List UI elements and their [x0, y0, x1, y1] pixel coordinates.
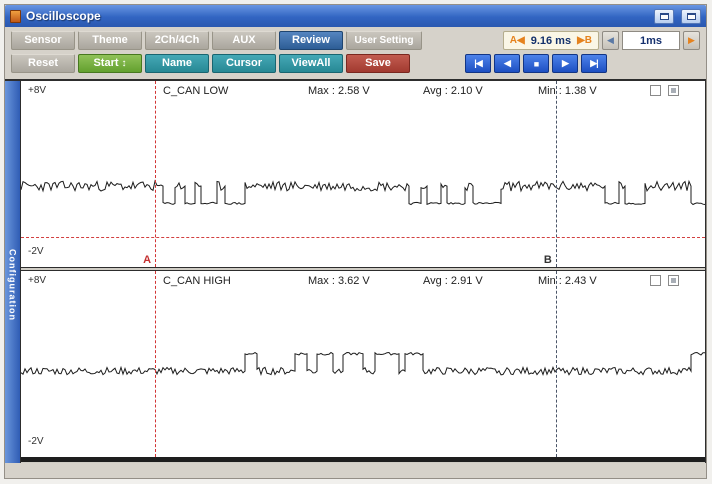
cursor-time-readout: A◀ 9.16 ms ▶B — [503, 31, 599, 50]
channel-top-voltage: +8V — [28, 275, 46, 286]
waveform-channel-1 — [21, 81, 705, 267]
start-button-label: Start — [93, 55, 118, 72]
playback-controls: |◀ ◀ ■ ▶ ▶| — [465, 54, 607, 73]
channel-max: Max : 3.62 V — [308, 275, 370, 287]
channel-name: C_CAN LOW — [163, 85, 228, 97]
user-setting-button[interactable]: User Setting — [346, 31, 422, 50]
playback-play-button[interactable]: ▶ — [552, 54, 578, 73]
theme-button[interactable]: Theme — [78, 31, 142, 50]
cursor-a-label: A — [143, 254, 151, 266]
cursor-b-line[interactable] — [556, 81, 557, 267]
cursor-button[interactable]: Cursor — [212, 54, 276, 73]
channel-avg: Avg : 2.91 V — [423, 275, 483, 287]
reset-button[interactable]: Reset — [11, 54, 75, 73]
configuration-tab[interactable]: Configuration — [5, 81, 20, 463]
channel-panel-1: +8V C_CAN LOW Max : 2.58 V Avg : 2.10 V … — [21, 81, 705, 267]
toolbar: Sensor Theme 2Ch/4Ch AUX Review User Set… — [5, 27, 706, 79]
name-button[interactable]: Name — [145, 54, 209, 73]
window-restore-button[interactable] — [654, 9, 674, 24]
app-icon — [10, 10, 21, 23]
maximize-icon — [671, 278, 676, 283]
timebase-value[interactable]: 1ms — [622, 31, 680, 50]
playback-skip-end-button[interactable]: ▶| — [581, 54, 607, 73]
cursor-b-line[interactable] — [556, 271, 557, 457]
timebase-next-button[interactable]: ▶ — [683, 31, 700, 50]
channel-maximize-checkbox[interactable] — [668, 275, 679, 286]
bottom-strip — [21, 457, 705, 462]
start-stepper-icon: ↕ — [122, 59, 127, 69]
start-button[interactable]: Start ↕ — [78, 54, 142, 73]
viewall-button[interactable]: ViewAll — [279, 54, 343, 73]
channel-avg: Avg : 2.10 V — [423, 85, 483, 97]
cursor-b-label: B — [544, 254, 552, 266]
channel-maximize-checkbox[interactable] — [668, 85, 679, 96]
toolbar-row-1: Sensor Theme 2Ch/4Ch AUX Review User Set… — [11, 31, 700, 50]
configuration-tab-label: Configuration — [8, 107, 18, 462]
channel-panel-2: +8V C_CAN HIGH Max : 3.62 V Avg : 2.91 V… — [21, 271, 705, 457]
channel-mode-button[interactable]: 2Ch/4Ch — [145, 31, 209, 50]
channel-panels: +8V C_CAN LOW Max : 2.58 V Avg : 2.10 V … — [20, 81, 706, 463]
window-title: Oscilloscope — [26, 9, 647, 23]
title-bar: Oscilloscope — [5, 5, 706, 27]
main-area: Configuration +8V C_CAN LOW Max : 2.58 V… — [5, 79, 706, 463]
cursor-a-line[interactable] — [155, 271, 156, 457]
sensor-button[interactable]: Sensor — [11, 31, 75, 50]
restore-icon — [660, 13, 669, 20]
reference-line — [21, 237, 705, 238]
channel-bottom-voltage: -2V — [28, 436, 44, 447]
channel-checkbox[interactable] — [650, 275, 661, 286]
cursor-a-line[interactable] — [155, 81, 156, 267]
cursor-b-marker[interactable]: ▶B — [577, 35, 592, 46]
save-button[interactable]: Save — [346, 54, 410, 73]
channel-bottom-voltage: -2V — [28, 246, 44, 257]
channel-min: Min : 1.38 V — [538, 85, 597, 97]
review-button[interactable]: Review — [279, 31, 343, 50]
playback-skip-start-button[interactable]: |◀ — [465, 54, 491, 73]
channel-top-voltage: +8V — [28, 85, 46, 96]
minimize-icon — [687, 13, 696, 20]
aux-button[interactable]: AUX — [212, 31, 276, 50]
maximize-icon — [671, 88, 676, 93]
window-minimize-button[interactable] — [681, 9, 701, 24]
playback-step-back-button[interactable]: ◀ — [494, 54, 520, 73]
channel-max: Max : 2.58 V — [308, 85, 370, 97]
playback-stop-button[interactable]: ■ — [523, 54, 549, 73]
oscilloscope-window: Oscilloscope Sensor Theme 2Ch/4Ch AUX Re… — [4, 4, 707, 479]
waveform-channel-2 — [21, 271, 705, 457]
cursor-time-value: 9.16 ms — [531, 35, 571, 47]
toolbar-row-2: Reset Start ↕ Name Cursor ViewAll Save |… — [11, 54, 700, 73]
channel-min: Min : 2.43 V — [538, 275, 597, 287]
timebase-prev-button[interactable]: ◀ — [602, 31, 619, 50]
channel-name: C_CAN HIGH — [163, 275, 231, 287]
channel-checkbox[interactable] — [650, 85, 661, 96]
timebase-cluster: A◀ 9.16 ms ▶B ◀ 1ms ▶ — [503, 31, 700, 50]
cursor-a-marker[interactable]: A◀ — [510, 35, 525, 46]
